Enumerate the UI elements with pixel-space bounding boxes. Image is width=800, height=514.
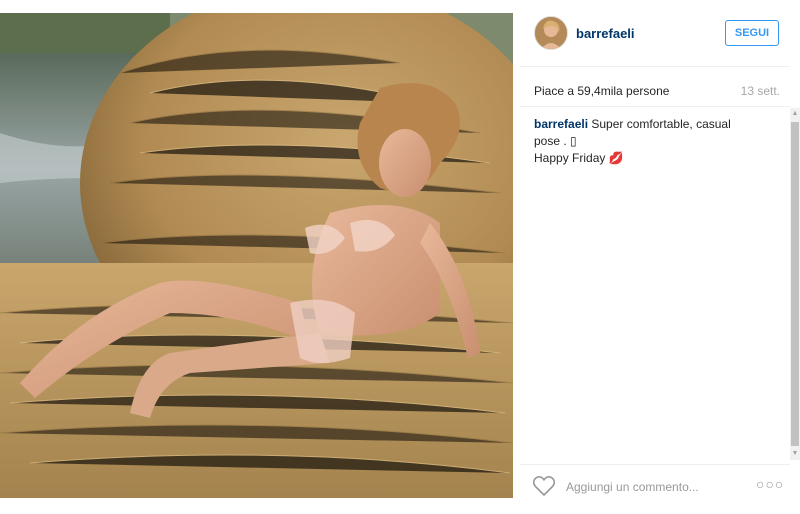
post-header: barrefaeli SEGUI [520, 0, 790, 67]
caption-text-line2: pose . ▯ [534, 134, 577, 148]
post-footer: ○○○ [520, 464, 790, 514]
avatar-icon [535, 17, 567, 49]
scroll-thumb[interactable] [791, 122, 799, 446]
comments-scrollbar[interactable]: ▲ ▼ [790, 108, 800, 460]
caption-text-line3: Happy Friday 💋 [534, 151, 624, 165]
caption-text-line1: Super comfortable, casual [588, 117, 731, 131]
more-options-icon[interactable]: ○○○ [756, 473, 783, 495]
divider [520, 106, 790, 107]
avatar[interactable] [534, 16, 568, 50]
post-stats: Piace a 59,4mila persone 13 sett. [534, 84, 780, 98]
post-date[interactable]: 13 sett. [741, 84, 780, 98]
comment-input[interactable] [564, 475, 748, 499]
heart-icon[interactable] [532, 475, 556, 497]
post-photo[interactable] [0, 13, 513, 498]
post-caption: barrefaeli Super comfortable, casual pos… [534, 116, 764, 167]
post-sidebar: barrefaeli SEGUI Piace a 59,4mila person… [520, 0, 800, 513]
hay-bale-image [0, 13, 513, 498]
scroll-up-arrow[interactable]: ▲ [790, 108, 800, 120]
follow-button[interactable]: SEGUI [725, 20, 779, 46]
post-author-username[interactable]: barrefaeli [576, 26, 635, 41]
likes-count[interactable]: Piace a 59,4mila persone [534, 84, 669, 98]
caption-username[interactable]: barrefaeli [534, 117, 588, 131]
scroll-down-arrow[interactable]: ▼ [790, 448, 800, 460]
